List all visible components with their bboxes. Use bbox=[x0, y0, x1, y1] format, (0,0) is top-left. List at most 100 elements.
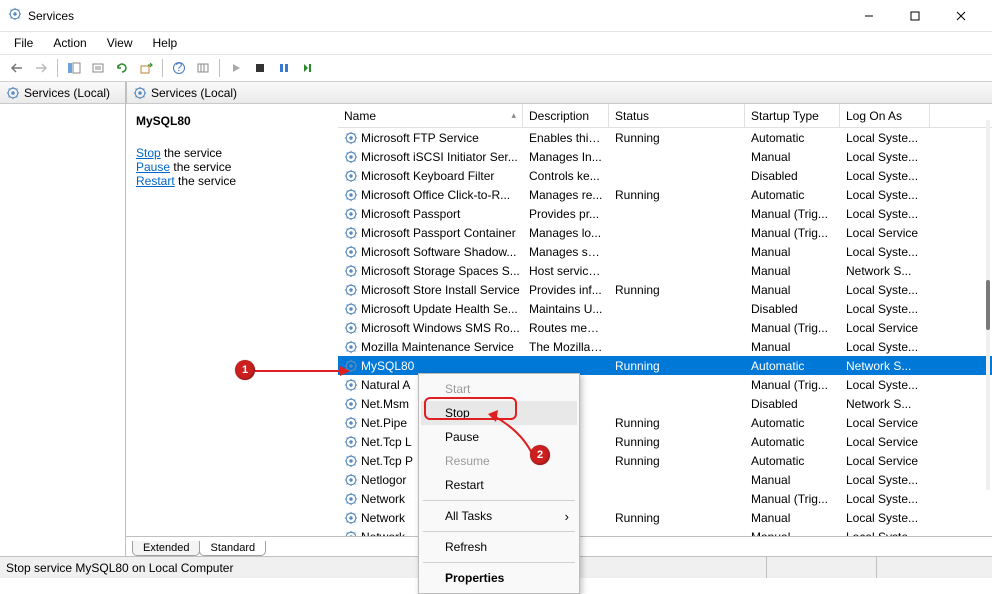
service-log-on-as: Local Syste... bbox=[840, 530, 930, 537]
service-name: Network bbox=[361, 530, 405, 537]
tab-extended[interactable]: Extended bbox=[132, 541, 200, 556]
menu-view[interactable]: View bbox=[99, 34, 141, 52]
stop-link[interactable]: Stop bbox=[136, 146, 161, 160]
service-description: Provides inf... bbox=[523, 283, 609, 297]
forward-button[interactable] bbox=[30, 57, 52, 79]
maximize-button[interactable] bbox=[892, 1, 938, 31]
service-row[interactable]: Microsoft PassportProvides pr...Manual (… bbox=[338, 204, 992, 223]
service-name: Network bbox=[361, 492, 405, 506]
service-icon bbox=[344, 340, 358, 354]
menu-action[interactable]: Action bbox=[45, 34, 94, 52]
service-log-on-as: Local Service bbox=[840, 416, 930, 430]
start-service-button[interactable] bbox=[225, 57, 247, 79]
vertical-scrollbar[interactable] bbox=[986, 120, 990, 490]
minimize-button[interactable] bbox=[846, 1, 892, 31]
menu-help[interactable]: Help bbox=[145, 34, 186, 52]
service-startup-type: Automatic bbox=[745, 435, 840, 449]
service-row[interactable]: Microsoft Software Shadow... Manages so..… bbox=[338, 242, 992, 261]
status-text: Stop service MySQL80 on Local Computer bbox=[6, 561, 233, 575]
service-startup-type: Manual (Trig... bbox=[745, 207, 840, 221]
service-name: Netlogor bbox=[361, 473, 406, 487]
col-startup-type[interactable]: Startup Type bbox=[745, 104, 840, 127]
service-startup-type: Automatic bbox=[745, 131, 840, 145]
restart-service-button[interactable] bbox=[297, 57, 319, 79]
service-log-on-as: Local Service bbox=[840, 454, 930, 468]
service-name: Microsoft Office Click-to-R... bbox=[361, 188, 510, 202]
tree-root-label: Services (Local) bbox=[24, 86, 110, 100]
services-icon bbox=[8, 7, 22, 24]
restart-link[interactable]: Restart bbox=[136, 174, 175, 188]
column-options-button[interactable] bbox=[192, 57, 214, 79]
service-icon bbox=[344, 454, 358, 468]
annotation-marker-1: 1 bbox=[235, 360, 255, 380]
col-description[interactable]: Description bbox=[523, 104, 609, 127]
ctx-refresh[interactable]: Refresh bbox=[421, 535, 577, 559]
service-status: Running bbox=[609, 359, 745, 373]
help-button[interactable]: ? bbox=[168, 57, 190, 79]
service-startup-type: Manual (Trig... bbox=[745, 226, 840, 240]
service-startup-type: Manual bbox=[745, 473, 840, 487]
scroll-thumb[interactable] bbox=[986, 280, 990, 330]
service-log-on-as: Local Service bbox=[840, 226, 930, 240]
service-icon bbox=[344, 169, 358, 183]
ctx-all-tasks[interactable]: All Tasks bbox=[421, 504, 577, 528]
service-row[interactable]: Microsoft iSCSI Initiator Ser...Manages … bbox=[338, 147, 992, 166]
service-description: Provides pr... bbox=[523, 207, 609, 221]
title-bar: Services bbox=[0, 0, 992, 32]
back-button[interactable] bbox=[6, 57, 28, 79]
service-startup-type: Manual (Trig... bbox=[745, 492, 840, 506]
service-log-on-as: Network S... bbox=[840, 264, 930, 278]
context-menu: Start Stop Pause Resume Restart All Task… bbox=[418, 373, 580, 594]
service-log-on-as: Local Syste... bbox=[840, 302, 930, 316]
service-startup-type: Manual bbox=[745, 530, 840, 537]
service-name: Microsoft Software Shadow... bbox=[361, 245, 516, 259]
service-status: Running bbox=[609, 283, 745, 297]
annotation-arrow-1 bbox=[252, 364, 352, 378]
service-name: Microsoft Store Install Service bbox=[361, 283, 520, 297]
col-log-on-as[interactable]: Log On As bbox=[840, 104, 930, 127]
pause-link[interactable]: Pause bbox=[136, 160, 170, 174]
service-startup-type: Manual bbox=[745, 264, 840, 278]
stop-service-button[interactable] bbox=[249, 57, 271, 79]
service-icon bbox=[344, 245, 358, 259]
service-log-on-as: Local Syste... bbox=[840, 207, 930, 221]
panel-header: Services (Local) bbox=[126, 82, 992, 104]
service-name: Net.Tcp L bbox=[361, 435, 412, 449]
menu-file[interactable]: File bbox=[6, 34, 41, 52]
service-status: Running bbox=[609, 454, 745, 468]
col-name[interactable]: Name▴ bbox=[338, 104, 523, 127]
service-row[interactable]: Microsoft Storage Spaces S...Host servic… bbox=[338, 261, 992, 280]
service-log-on-as: Local Service bbox=[840, 435, 930, 449]
refresh-button[interactable] bbox=[111, 57, 133, 79]
service-row[interactable]: Microsoft Keyboard FilterControls ke...D… bbox=[338, 166, 992, 185]
service-row[interactable]: Microsoft FTP ServiceEnables this...Runn… bbox=[338, 128, 992, 147]
annotation-marker-2: 2 bbox=[530, 445, 550, 465]
service-row[interactable]: Mozilla Maintenance ServiceThe Mozilla .… bbox=[338, 337, 992, 356]
show-tree-button[interactable] bbox=[63, 57, 85, 79]
service-name: Microsoft Passport Container bbox=[361, 226, 516, 240]
service-row[interactable]: Microsoft Update Health Se...Maintains U… bbox=[338, 299, 992, 318]
pause-service-button[interactable] bbox=[273, 57, 295, 79]
svg-text:?: ? bbox=[176, 61, 183, 74]
detail-pane: MySQL80 Stop the service Pause the servi… bbox=[126, 104, 338, 536]
export-button[interactable] bbox=[135, 57, 157, 79]
service-row[interactable]: Microsoft Windows SMS Ro...Routes mes...… bbox=[338, 318, 992, 337]
properties-button[interactable] bbox=[87, 57, 109, 79]
ctx-restart[interactable]: Restart bbox=[421, 473, 577, 497]
ctx-properties[interactable]: Properties bbox=[421, 566, 577, 590]
service-icon bbox=[344, 492, 358, 506]
close-button[interactable] bbox=[938, 1, 984, 31]
service-log-on-as: Local Syste... bbox=[840, 245, 930, 259]
col-status[interactable]: Status bbox=[609, 104, 745, 127]
selected-service-name: MySQL80 bbox=[136, 114, 328, 128]
service-row[interactable]: Microsoft Passport ContainerManages lo..… bbox=[338, 223, 992, 242]
service-name: Microsoft Storage Spaces S... bbox=[361, 264, 520, 278]
service-row[interactable]: Microsoft Store Install ServiceProvides … bbox=[338, 280, 992, 299]
tree-root[interactable]: Services (Local) bbox=[0, 82, 125, 104]
tab-standard[interactable]: Standard bbox=[199, 541, 266, 556]
service-name: Network bbox=[361, 511, 405, 525]
service-description: Manages so... bbox=[523, 245, 609, 259]
service-name: Natural A bbox=[361, 378, 410, 392]
service-row[interactable]: Microsoft Office Click-to-R...Manages re… bbox=[338, 185, 992, 204]
service-log-on-as: Local Syste... bbox=[840, 150, 930, 164]
